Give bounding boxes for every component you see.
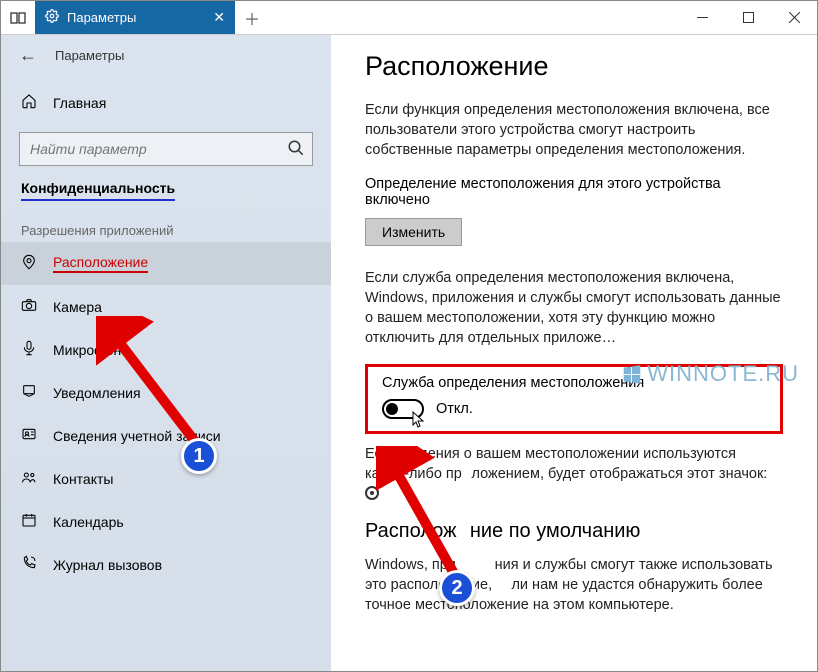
default-location-text: Windows, приXXXXния и службы смогут такж… [365,555,783,615]
change-button[interactable]: Изменить [365,218,462,246]
nav-item-microphone[interactable]: Микрофон [1,328,331,371]
nav-item-label: Расположение [53,254,148,273]
minimize-button[interactable] [679,1,725,34]
nav-item-call-history[interactable]: Журнал вызовов [1,543,331,586]
account-info-icon [21,426,37,445]
active-tab[interactable]: Параметры ✕ [35,1,235,34]
nav-item-notifications[interactable]: Уведомления [1,371,331,414]
nav-item-account-info[interactable]: Сведения учетной записи [1,414,331,457]
nav-item-contacts[interactable]: Контакты [1,457,331,500]
nav-item-label: Камера [53,299,102,315]
nav-item-label: Календарь [53,514,124,530]
annotation-badge-2: 2 [439,570,475,606]
watermark: WINNOTE.RU [621,361,799,387]
nav-item-location[interactable]: Расположение [1,242,331,285]
calendar-icon [21,512,37,531]
header-title: Параметры [55,48,124,63]
location-indicator-icon [365,486,379,500]
titlebar: Параметры ✕ ＋ [1,1,817,35]
nav-item-label: Журнал вызовов [53,557,162,573]
notifications-icon [21,383,37,402]
location-icon [21,254,37,273]
nav-item-label: Микрофон [53,342,121,358]
sidebar: Главная Конфиденциальность Разрешения пр… [1,75,331,586]
search-box[interactable] [19,132,313,166]
maximize-button[interactable] [725,1,771,34]
toggle-state-label: Откл. [436,401,473,417]
location-service-toggle[interactable] [382,399,424,419]
new-tab-button[interactable]: ＋ [235,1,269,34]
section-heading: Разрешения приложений [1,201,331,242]
intro-text: Если функция определения местоположения … [365,100,783,160]
windows-logo-icon [621,363,643,385]
nav-home[interactable]: Главная [1,83,331,122]
gear-icon [45,9,59,26]
category-heading[interactable]: Конфиденциальность [21,180,175,201]
tab-close-icon[interactable]: ✕ [213,9,225,26]
task-view-button[interactable] [1,1,35,34]
nav-home-label: Главная [53,95,106,111]
call-history-icon [21,555,37,574]
back-button[interactable]: ← [19,45,37,66]
usage-indicator-text: ЕслXXXдения о вашем местоположении испол… [365,444,783,504]
nav-item-camera[interactable]: Камера [1,285,331,328]
annotation-badge-1: 1 [181,438,217,474]
watermark-text: WINNOTE.RU [647,361,799,387]
nav-item-label: Уведомления [53,385,141,401]
content: Расположение Если функция определения ме… [331,35,817,671]
nav-item-label: Контакты [53,471,113,487]
contacts-icon [21,469,37,488]
search-icon [287,139,305,162]
tab-label: Параметры [67,10,136,25]
close-button[interactable] [771,1,817,34]
cursor-icon [412,411,426,433]
camera-icon [21,297,37,316]
service-description: Если служба определения местоположения в… [365,268,783,348]
nav-item-calendar[interactable]: Календарь [1,500,331,543]
device-location-status: Определение местоположения для этого уст… [365,176,783,208]
microphone-icon [21,340,37,359]
default-location-heading: РасположXние по умолчанию [365,520,783,543]
header: ← Параметры [1,35,331,75]
home-icon [21,93,37,112]
search-input[interactable] [19,132,313,166]
page-title: Расположение [365,51,783,82]
window-controls [679,1,817,34]
toggle-knob [386,403,398,415]
